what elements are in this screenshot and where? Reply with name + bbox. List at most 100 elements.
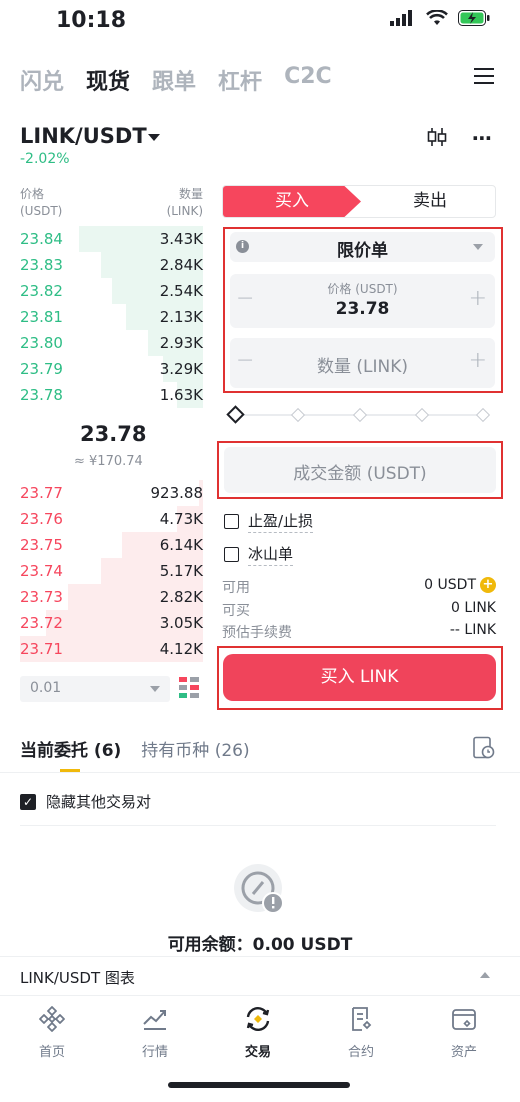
tab-margin[interactable]: 杠杆 <box>218 64 262 96</box>
orderbook-price: 23.71 <box>20 640 63 658</box>
add-funds-icon[interactable]: + <box>480 577 496 593</box>
futures-icon <box>352 1007 372 1031</box>
orderbook-price: 23.74 <box>20 562 63 580</box>
amount-slider[interactable] <box>226 405 491 425</box>
available-balance: 可用余额：0.00 USDT <box>167 935 353 955</box>
orderbook-qty: 2.93K <box>159 334 203 352</box>
orderbook-price: 23.82 <box>20 282 63 300</box>
orderbook-price: 23.72 <box>20 614 63 632</box>
tab-holdings[interactable]: 持有币种 (26) <box>141 736 249 761</box>
orderbook-price: 23.84 <box>20 230 63 248</box>
orders-tabs: 当前委托 (6) 持有币种 (26) <box>20 736 250 761</box>
orderbook-layout-icon[interactable] <box>179 677 199 699</box>
orderbook-row[interactable]: 23.73 2.82K <box>20 584 203 610</box>
orderbook-row[interactable]: 23.82 2.54K <box>20 278 203 304</box>
orderbook-price: 23.77 <box>20 484 63 502</box>
orderbook-price: 23.73 <box>20 588 63 606</box>
orderbook-row[interactable]: 23.75 6.14K <box>20 532 203 558</box>
tab-open-orders[interactable]: 当前委托 (6) <box>20 736 121 761</box>
hide-other-pairs-checkbox[interactable]: ✓ 隐藏其他交易对 <box>20 791 151 812</box>
order-history-icon[interactable] <box>472 736 496 760</box>
orderbook-qty: 2.82K <box>159 588 203 606</box>
orderbook-row[interactable]: 23.77 923.88 <box>20 480 203 506</box>
can-buy-row: 可买 0 LINK <box>222 600 496 619</box>
orderbook-qty: 1.63K <box>159 386 203 404</box>
nav-assets[interactable]: 资产 <box>424 1004 504 1060</box>
orderbook-row[interactable]: 23.81 2.13K <box>20 304 203 330</box>
iceberg-checkbox[interactable]: 冰山单 <box>224 543 294 566</box>
status-time: 10:18 <box>56 8 127 33</box>
status-icons <box>390 10 490 26</box>
wifi-icon <box>426 10 448 25</box>
tab-c2c[interactable]: C2C <box>284 64 332 96</box>
orderbook-qty: 923.88 <box>150 484 204 502</box>
available-row: 可用 0 USDT + <box>222 577 496 597</box>
buy-sell-toggle: 买入 卖出 <box>222 185 496 218</box>
orderbook-qty: 4.12K <box>159 640 203 658</box>
plus-icon[interactable]: + <box>469 286 487 311</box>
home-icon <box>39 1006 65 1032</box>
pair-selector[interactable]: LINK/USDT <box>20 124 147 148</box>
tab-copy-trading[interactable]: 跟单 <box>152 64 196 96</box>
candlestick-icon[interactable] <box>426 126 448 148</box>
signal-icon <box>390 10 412 26</box>
total-input[interactable]: 成交金额 (USDT) <box>224 447 496 493</box>
plus-icon[interactable]: + <box>469 348 487 373</box>
orderbook-price: 23.80 <box>20 334 63 352</box>
orderbook-row[interactable]: 23.71 4.12K <box>20 636 203 662</box>
more-icon[interactable]: ⋯ <box>472 126 493 150</box>
orderbook-qty: 3.43K <box>159 230 203 248</box>
orderbook-row[interactable]: 23.83 2.84K <box>20 252 203 278</box>
quantity-input[interactable]: − 数量 (LINK) + <box>230 338 495 388</box>
orderbook-row[interactable]: 23.76 4.73K <box>20 506 203 532</box>
orderbook-price: 23.75 <box>20 536 63 554</box>
top-tabs: 闪兑 现货 跟单 杠杆 C2C <box>20 64 332 96</box>
wallet-icon <box>452 1009 476 1030</box>
caret-up-icon <box>480 972 490 978</box>
orderbook-qty: 3.05K <box>159 614 203 632</box>
orderbook-qty: 2.54K <box>159 282 203 300</box>
orderbook-qty: 2.13K <box>159 308 203 326</box>
orderbook-qty: 6.14K <box>159 536 203 554</box>
caret-down-icon[interactable] <box>148 134 160 141</box>
tpsl-checkbox[interactable]: 止盈/止损 <box>224 510 314 533</box>
chart-bar[interactable]: LINK/USDT 图表 <box>0 956 520 994</box>
divider <box>0 772 520 773</box>
pair-change: -2.02% <box>20 151 70 167</box>
tab-spot[interactable]: 现货 <box>86 64 130 96</box>
orderbook-price: 23.79 <box>20 360 63 378</box>
battery-icon <box>458 10 490 26</box>
empty-state-icon <box>234 864 284 914</box>
sell-tab[interactable]: 卖出 <box>363 186 495 217</box>
orderbook-price: 23.78 <box>20 386 63 404</box>
home-indicator <box>168 1082 350 1088</box>
orderbook-row[interactable]: 23.78 1.63K <box>20 382 203 408</box>
buy-tab[interactable]: 买入 <box>223 186 361 217</box>
order-type-select[interactable]: i 限价单 <box>230 232 495 262</box>
trade-icon <box>246 1007 270 1031</box>
orderbook-price: 23.76 <box>20 510 63 528</box>
buy-link-button[interactable]: 买入 LINK <box>223 654 496 701</box>
bottom-nav: 首页 行情 交易 合约 资产 <box>0 995 520 1065</box>
orderbook-row[interactable]: 23.72 3.05K <box>20 610 203 636</box>
orderbook-price: 23.83 <box>20 256 63 274</box>
orderbook-row[interactable]: 23.80 2.93K <box>20 330 203 356</box>
orderbook-qty: 2.84K <box>159 256 203 274</box>
orderbook-row[interactable]: 23.84 3.43K <box>20 226 203 252</box>
orderbook-qty: 3.29K <box>159 360 203 378</box>
orderbook-qty: 4.73K <box>159 510 203 528</box>
markets-icon <box>143 1010 166 1030</box>
price-input[interactable]: − 价格 (USDT) 23.78 + <box>230 274 495 328</box>
nav-markets[interactable]: 行情 <box>115 1004 195 1060</box>
ob-price-header: 价格 (USDT) <box>20 187 63 218</box>
menu-icon[interactable] <box>474 68 494 88</box>
tab-convert[interactable]: 闪兑 <box>20 64 64 96</box>
nav-futures[interactable]: 合约 <box>321 1004 401 1060</box>
orderbook-row[interactable]: 23.79 3.29K <box>20 356 203 382</box>
nav-trade[interactable]: 交易 <box>218 1004 298 1060</box>
depth-select[interactable]: 0.01 <box>20 676 170 702</box>
mid-price: 23.78 <box>80 422 147 446</box>
nav-home[interactable]: 首页 <box>12 1004 92 1060</box>
orderbook-price: 23.81 <box>20 308 63 326</box>
orderbook-row[interactable]: 23.74 5.17K <box>20 558 203 584</box>
